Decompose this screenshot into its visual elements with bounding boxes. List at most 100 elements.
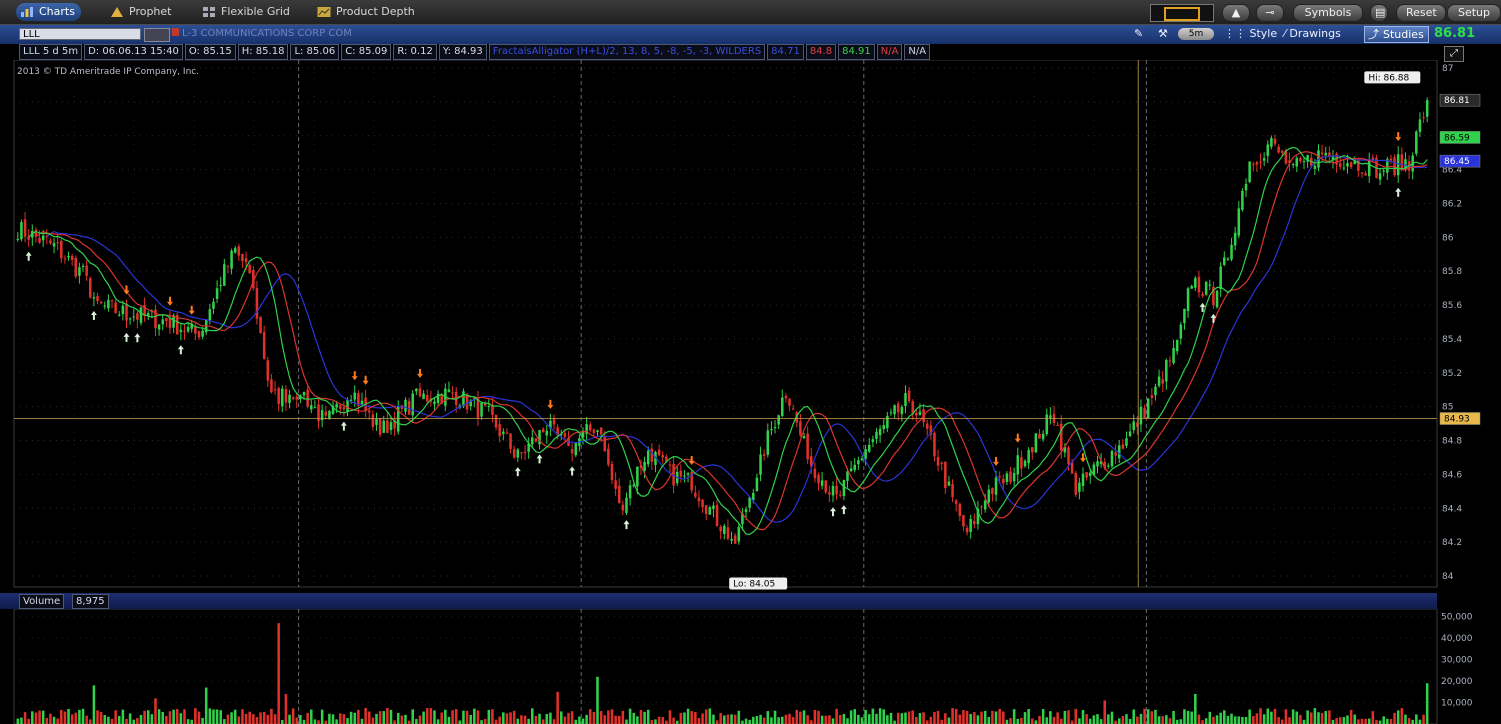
candle-body <box>1081 473 1085 486</box>
volume-bar <box>574 719 578 724</box>
volume-plot-area <box>13 609 1438 724</box>
candle-body <box>697 497 701 502</box>
price-chart[interactable]: 8786.886.686.486.28685.885.685.485.28584… <box>0 60 1501 592</box>
candle-body <box>284 389 288 403</box>
volume-bar <box>1241 717 1244 724</box>
candle-body <box>1389 158 1393 161</box>
candle-body <box>117 314 121 316</box>
candle-body <box>824 480 828 493</box>
candle-body <box>636 466 639 487</box>
tab-flexible-grid[interactable]: Flexible Grid <box>198 3 296 21</box>
candle-body <box>165 318 168 322</box>
candle-body <box>969 519 972 532</box>
candle-body <box>125 303 128 321</box>
tools-button[interactable]: ⊸ <box>1256 4 1284 22</box>
volume-bar <box>1132 709 1135 724</box>
settings-wrench-icon[interactable]: ⚒ <box>1154 27 1172 41</box>
volume-bar <box>1056 712 1059 724</box>
candle-body <box>936 457 940 466</box>
volume-bar <box>1364 718 1367 724</box>
candle-body <box>900 406 904 415</box>
candle-body <box>896 403 900 413</box>
candle-body <box>1038 433 1041 439</box>
volume-bar <box>1031 718 1034 724</box>
volume-bar <box>313 719 317 724</box>
drawing-tools-icon[interactable]: ✎ <box>1130 27 1147 41</box>
drawings-button[interactable]: ⁄ Drawings <box>1280 27 1345 41</box>
candle-body <box>1422 117 1425 119</box>
volume-bar <box>1103 700 1107 724</box>
volume-bar <box>476 710 480 724</box>
alert-button[interactable]: ▲ <box>1222 4 1250 22</box>
tab-product-depth[interactable]: Product Depth <box>313 3 421 21</box>
tab-label: Charts <box>39 5 75 18</box>
reset-button[interactable]: Reset <box>1396 4 1446 22</box>
candle-body <box>715 504 719 527</box>
studies-button[interactable]: ⤴ Studies <box>1364 26 1429 43</box>
symbol-lookup-button[interactable] <box>144 28 170 42</box>
volume-bar <box>1378 720 1382 724</box>
setup-button[interactable]: Setup <box>1447 4 1501 22</box>
volume-bar <box>936 710 940 724</box>
tab-charts[interactable]: Charts <box>16 3 81 21</box>
candle-body <box>828 492 831 495</box>
candle-body <box>813 468 817 479</box>
volume-bar <box>157 709 161 724</box>
volume-bar <box>567 712 570 724</box>
candle-body <box>1266 144 1270 156</box>
candle-body <box>904 393 907 407</box>
info-study-name[interactable]: FractalsAlligator (H+L)/2, 13, 8, 5, -8,… <box>488 44 766 60</box>
printer-button[interactable]: ▤ <box>1370 4 1388 22</box>
volume-bar <box>911 710 914 724</box>
link-color-selector[interactable] <box>1150 4 1214 22</box>
candle-body <box>958 503 962 517</box>
volume-bar <box>1230 713 1233 724</box>
candle-body <box>733 535 737 544</box>
candle-body <box>1338 163 1342 167</box>
volume-bar <box>444 709 447 724</box>
volume-bar <box>755 716 759 724</box>
candle-body <box>643 461 646 471</box>
volume-bar <box>904 712 907 724</box>
candle-body <box>726 527 730 539</box>
candle-body <box>1201 293 1204 296</box>
candle-body <box>806 433 809 460</box>
candle-body <box>1027 450 1030 464</box>
volume-bar <box>458 720 462 724</box>
candle-body <box>1020 457 1023 469</box>
candle-body <box>1070 462 1074 474</box>
volume-bar <box>425 708 429 724</box>
candle-body <box>915 412 918 416</box>
tab-prophet[interactable]: Prophet <box>106 3 178 21</box>
candle-body <box>1349 162 1353 168</box>
volume-bar <box>161 711 165 724</box>
aggregation-period-button[interactable]: 5m <box>1178 28 1214 40</box>
candle-body <box>1418 119 1422 132</box>
style-button[interactable]: ⋮⋮ Style <box>1220 27 1281 41</box>
candle-body <box>853 464 857 471</box>
volume-bar <box>295 717 299 724</box>
info-close: C: 85.09 <box>341 44 392 60</box>
volume-bar <box>954 708 958 724</box>
volume-bar <box>799 711 802 724</box>
volume-bar <box>291 708 295 724</box>
candle-body <box>99 301 103 304</box>
symbols-button[interactable]: Symbols <box>1293 4 1363 22</box>
candle-body <box>353 392 357 400</box>
volume-bar <box>1172 710 1175 724</box>
volume-bar <box>41 710 45 724</box>
symbol-input[interactable]: LLL <box>19 28 141 40</box>
candle-body <box>223 264 226 286</box>
volume-bar <box>1099 719 1103 724</box>
volume-bar <box>132 719 136 724</box>
candle-body <box>991 488 994 494</box>
volume-bar <box>233 709 237 724</box>
y-tick-label: 86 <box>1442 233 1454 243</box>
volume-bar <box>125 718 128 724</box>
candle-body <box>886 415 889 429</box>
candle-body <box>266 360 270 381</box>
volume-bar <box>980 711 983 724</box>
volume-bar <box>922 712 925 724</box>
volume-bar <box>1255 713 1259 724</box>
candle-body <box>1074 472 1078 495</box>
